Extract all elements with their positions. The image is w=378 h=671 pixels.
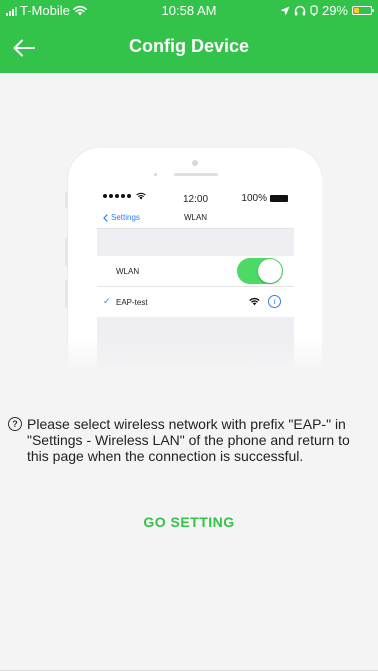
info-icon: i (268, 295, 281, 308)
app-header: T-Mobile 10:58 AM 29% Config Device (0, 0, 378, 73)
phone-frame: 12:00 100% Settings WLAN WLAN ✓ EAP-test… (65, 148, 322, 372)
mock-network-row: ✓ EAP-test i (97, 287, 294, 317)
headphones-icon (294, 5, 306, 16)
phone-screen: 12:00 100% Settings WLAN WLAN ✓ EAP-test… (97, 190, 294, 372)
battery-percent: 29% (321, 3, 348, 18)
checkmark-icon: ✓ (103, 296, 111, 306)
phone-side-button (65, 192, 68, 208)
mock-network-name: EAP-test (116, 298, 148, 307)
phone-camera (192, 160, 198, 166)
mock-wlan-label: WLAN (116, 267, 140, 276)
alarm-icon (310, 5, 318, 16)
mock-wlan-toggle (237, 258, 283, 284)
mock-status-bar: 12:00 100% (97, 190, 294, 206)
mock-battery-percent: 100% (241, 193, 267, 204)
nav-bar: Config Device (0, 22, 378, 73)
phone-speaker (174, 173, 218, 176)
instruction-text: Please select wireless network with pref… (27, 416, 350, 464)
mock-battery: 100% (241, 193, 288, 204)
phone-side-button (65, 280, 68, 308)
mock-nav-bar: Settings WLAN (97, 206, 294, 229)
mock-battery-icon (270, 195, 288, 202)
phone-sensor (154, 173, 157, 176)
mock-title: WLAN (183, 213, 208, 222)
instruction-block: ? Please select wireless network with pr… (8, 416, 370, 464)
toggle-knob (258, 259, 282, 283)
wifi-settings-illustration: 12:00 100% Settings WLAN WLAN ✓ EAP-test… (60, 148, 322, 372)
mock-wlan-row: WLAN (97, 256, 294, 287)
mock-network-wifi-icon (249, 297, 260, 306)
go-setting-button[interactable]: GO SETTING (0, 514, 378, 530)
phone-side-button (65, 238, 68, 266)
location-arrow-icon (280, 6, 290, 15)
status-right: 29% (280, 3, 374, 18)
battery-level-fill (354, 8, 359, 13)
page-title: Config Device (128, 36, 250, 56)
battery-icon (352, 6, 374, 15)
status-bar: T-Mobile 10:58 AM 29% (0, 0, 378, 22)
question-circle-icon: ? (8, 417, 22, 431)
